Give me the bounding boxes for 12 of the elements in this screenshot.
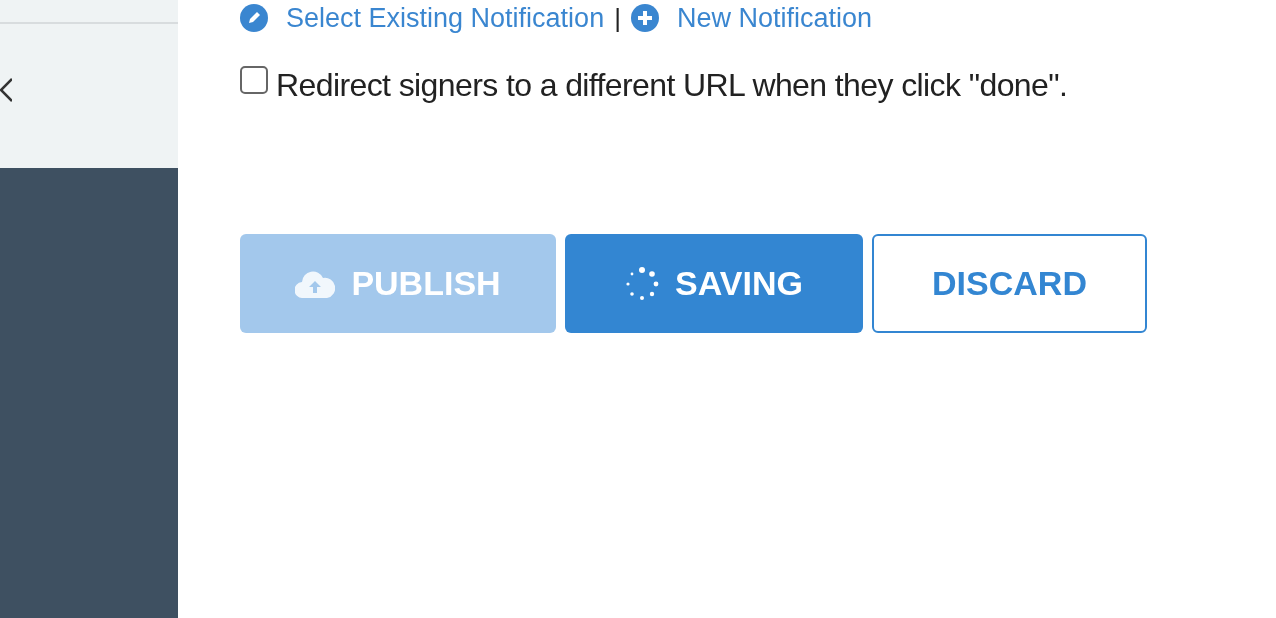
discard-button[interactable]: DISCARD <box>872 234 1147 333</box>
chevron-left-icon[interactable] <box>0 77 12 103</box>
checkbox-label: Redirect signers to a different URL when they click "done". <box>276 66 1068 104</box>
separator: | <box>614 2 621 34</box>
cloud-upload-icon <box>295 269 336 298</box>
checkbox[interactable] <box>240 66 268 94</box>
notification-link[interactable]: Select Existing Notification <box>240 2 605 34</box>
notification-link[interactable]: New Notification <box>630 2 872 34</box>
pencil-icon <box>240 4 268 32</box>
spinner-icon <box>625 266 660 301</box>
plus-icon <box>630 4 659 32</box>
saving-button[interactable]: SAVING <box>565 234 863 333</box>
